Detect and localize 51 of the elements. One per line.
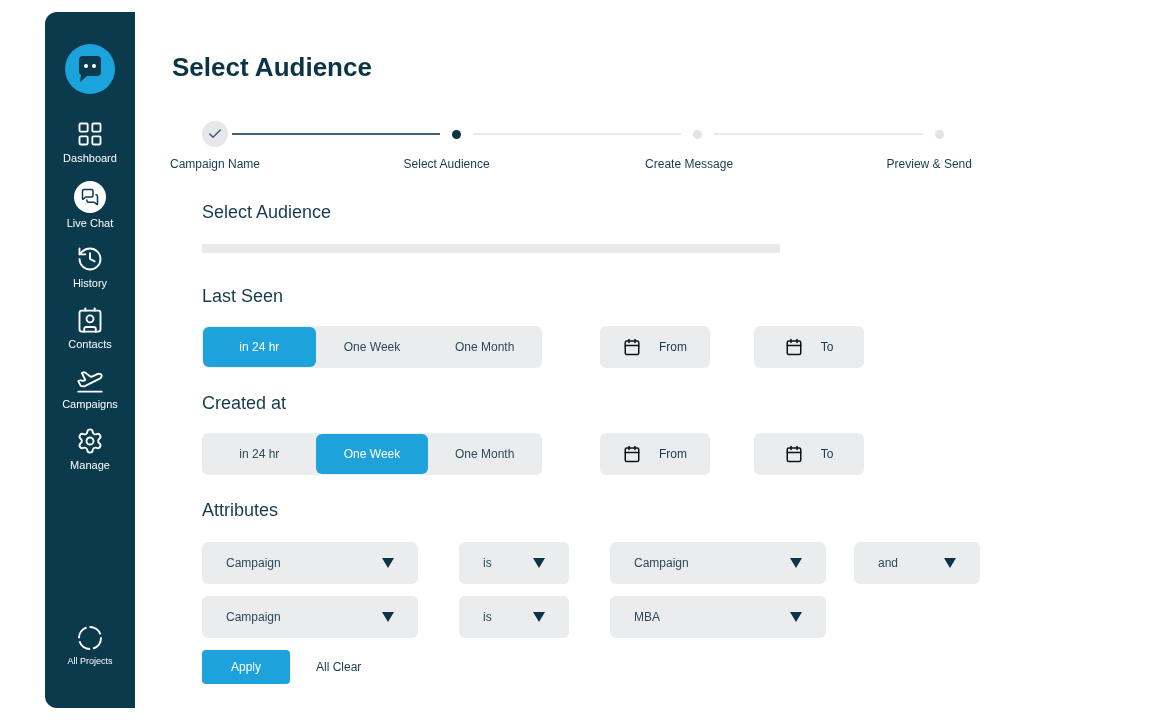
check-icon (202, 121, 228, 147)
date-from-button[interactable]: From (600, 326, 710, 368)
dropdown[interactable]: is (459, 596, 569, 638)
segment-option[interactable]: One Month (428, 327, 541, 367)
dropdown[interactable]: Campaign (202, 596, 418, 638)
chat-bubbles-icon (74, 180, 106, 213)
date-to-button[interactable]: To (754, 326, 864, 368)
caret-icon (533, 558, 545, 568)
sidebar-item[interactable]: Manage (70, 426, 110, 473)
calendar-icon (784, 338, 803, 356)
dropdown[interactable]: and (854, 542, 980, 584)
dashed-circle-icon (77, 624, 103, 651)
sidebar-item[interactable]: Contacts (68, 305, 112, 352)
grid-icon (76, 120, 104, 148)
calendar-icon (623, 445, 641, 463)
sidebar-item[interactable]: Dashboard (63, 120, 117, 167)
caret-icon (382, 612, 394, 622)
dropdown[interactable]: Campaign (610, 542, 826, 584)
dropdown[interactable]: is (459, 542, 569, 584)
caret-icon (790, 612, 802, 622)
section-title: Select Audience (202, 201, 332, 224)
segment-option[interactable]: One Week (315, 327, 429, 367)
step-label: Campaign Name (170, 156, 261, 173)
filter-title: Last Seen (202, 285, 284, 308)
settings-icon (76, 426, 104, 455)
calendar-icon (623, 338, 641, 356)
clear-button[interactable]: All Clear (316, 658, 362, 676)
sidebar-item[interactable]: History (72, 245, 108, 292)
chat-logo-icon (65, 44, 115, 94)
dropdown[interactable]: MBA (610, 596, 826, 638)
caret-icon (533, 612, 545, 622)
sidebar-item[interactable]: Campaigns (62, 366, 118, 413)
attributes-title: Attributes (202, 499, 279, 522)
page-title: Select Audience (172, 51, 372, 84)
date-to-button[interactable]: To (754, 433, 864, 475)
sidebar-item[interactable]: Live Chat (66, 180, 114, 231)
sidebar-item[interactable]: All Projects (67, 624, 113, 668)
filter-title: Created at (202, 392, 287, 415)
date-from-button[interactable]: From (600, 433, 710, 475)
step-label: Select Audience (403, 156, 490, 173)
caret-icon (790, 558, 802, 568)
dropdown[interactable]: Campaign (202, 542, 418, 584)
segment-option[interactable]: One Month (428, 434, 541, 474)
contact-book-icon (76, 305, 104, 334)
step-label: Create Message (645, 156, 734, 173)
caret-icon (382, 558, 394, 568)
step-label: Preview & Send (886, 156, 972, 173)
segment-option[interactable]: in 24 hr (203, 434, 316, 474)
history-icon (76, 245, 104, 273)
calendar-icon (784, 445, 803, 463)
caret-icon (944, 558, 956, 568)
